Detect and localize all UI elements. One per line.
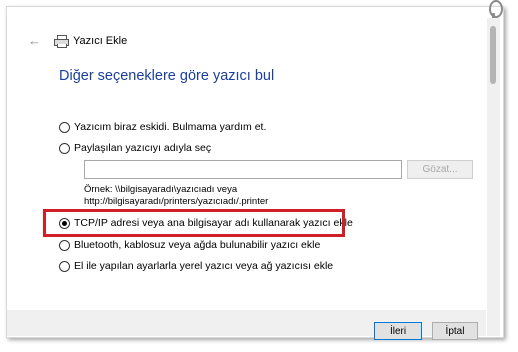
cancel-button[interactable]: İptal bbox=[432, 322, 478, 340]
back-arrow-icon[interactable]: ← bbox=[28, 33, 41, 48]
radio-button[interactable] bbox=[59, 121, 70, 133]
window-title: Yazıcı Ekle bbox=[73, 35, 128, 47]
shared-printer-input[interactable] bbox=[84, 160, 402, 179]
radio-button[interactable] bbox=[59, 239, 70, 251]
option-label: Paylaşılan yazıcıyı adıyla seç bbox=[74, 142, 212, 154]
printer-icon bbox=[54, 35, 69, 48]
example-text: Örnek: \\bilgisayaradı\yazıcıadı veya ht… bbox=[84, 184, 268, 208]
next-button[interactable]: İleri bbox=[374, 322, 422, 340]
option-manual[interactable]: El ile yapılan ayarlarla yerel yazıcı ve… bbox=[59, 260, 333, 272]
radio-button[interactable] bbox=[59, 142, 70, 154]
option-label: Yazıcım biraz eskidi. Bulmama yardım et. bbox=[74, 121, 267, 133]
title-bar bbox=[6, 6, 486, 38]
option-old-printer[interactable]: Yazıcım biraz eskidi. Bulmama yardım et. bbox=[59, 121, 266, 133]
option-label: Bluetooth, kablosuz veya ağda bulunabili… bbox=[74, 239, 321, 251]
highlight-box bbox=[43, 209, 345, 237]
option-label: El ile yapılan ayarlarla yerel yazıcı ve… bbox=[74, 260, 334, 272]
example-line-2: http://bilgisayaradı/printers/yazıcıadı/… bbox=[84, 196, 269, 207]
option-bluetooth[interactable]: Bluetooth, kablosuz veya ağda bulunabili… bbox=[59, 239, 320, 251]
vertical-scrollbar[interactable] bbox=[487, 18, 500, 336]
pin-icon bbox=[487, 0, 503, 21]
example-line-1: Örnek: \\bilgisayaradı\yazıcıadı veya bbox=[84, 184, 238, 195]
page-heading: Diğer seçeneklere göre yazıcı bul bbox=[59, 68, 275, 84]
scrollbar-thumb[interactable] bbox=[490, 26, 496, 84]
radio-button[interactable] bbox=[59, 260, 70, 272]
option-shared-printer[interactable]: Paylaşılan yazıcıyı adıyla seç bbox=[59, 142, 211, 154]
browse-button[interactable]: Gözat... bbox=[407, 160, 473, 179]
